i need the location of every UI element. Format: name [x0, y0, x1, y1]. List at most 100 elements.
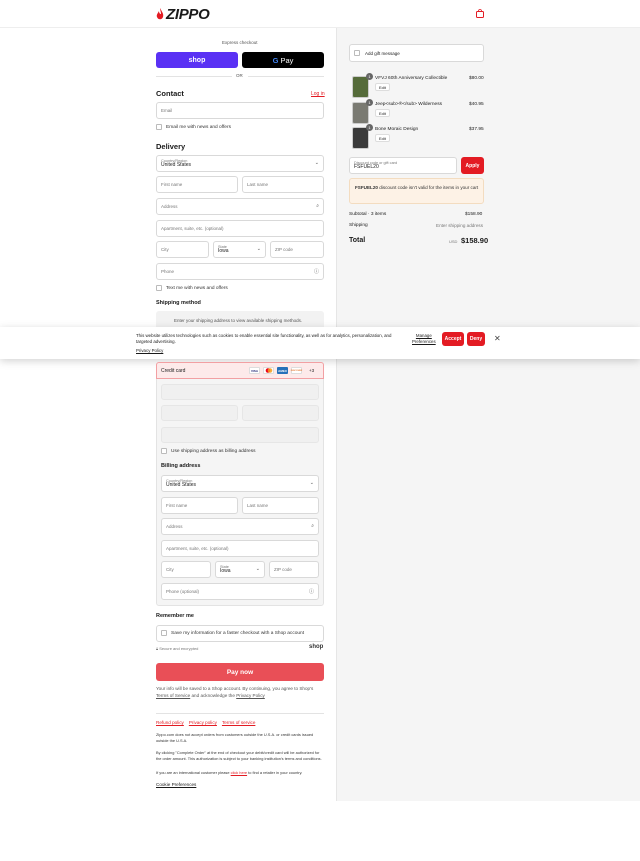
divider [156, 713, 324, 714]
credit-card-option[interactable]: Credit card VISA AMEX DISCOVER +3 [156, 362, 324, 379]
zip-field[interactable]: ZIP code [270, 241, 324, 258]
edit-item-button[interactable]: Edit [375, 134, 390, 142]
billing-zip-field[interactable]: ZIP code [269, 561, 319, 578]
gift-message-row[interactable]: Add gift message [349, 44, 484, 62]
subtotal-label: Subtotal · 3 items [349, 212, 387, 217]
phone-field[interactable]: Phone ⓘ [156, 263, 324, 280]
google-g-icon: G [272, 55, 279, 65]
legal-paragraph-3: If you are an international customer ple… [156, 770, 303, 775]
text-news-checkbox[interactable] [156, 285, 162, 291]
flame-icon [156, 8, 164, 20]
cookie-banner: This website utilizes technologies such … [0, 327, 640, 359]
remember-title: Remember me [156, 613, 194, 619]
edit-item-button[interactable]: Edit [375, 83, 390, 91]
discount-field[interactable]: Discount code or gift card FSFUEL20 [349, 157, 457, 174]
address-field[interactable]: Address ⌕ [156, 198, 324, 215]
billing-title: Billing address [161, 463, 201, 469]
manage-preferences-link[interactable]: Manage Preferences [412, 333, 436, 344]
legal-paragraph-1: Zippo.com does not accept orders from cu… [156, 732, 314, 743]
edit-item-button[interactable]: Edit [375, 109, 390, 117]
use-shipping-checkbox[interactable] [161, 448, 167, 454]
google-pay-button[interactable]: G Pay [242, 52, 324, 68]
remember-label: Save my information for a faster checkou… [171, 631, 305, 636]
express-label: Express checkout [222, 40, 258, 45]
policy-links: Refund policy Privacy policy Terms of se… [156, 720, 255, 725]
total-label: Total [349, 237, 366, 244]
privacy-policy-link[interactable]: Privacy policy [189, 720, 217, 725]
lock-icon: 🔒︎ [156, 646, 159, 651]
more-cards-label: +3 [309, 368, 315, 373]
search-icon: ⌕ [311, 523, 314, 529]
shipping-title: Shipping method [156, 300, 201, 306]
refund-policy-link[interactable]: Refund policy [156, 720, 184, 725]
chevron-down-icon: ⌄ [309, 480, 314, 486]
product-price: $40.95 [469, 102, 484, 107]
cookie-preferences-link[interactable]: Cookie Preferences [156, 782, 196, 787]
shipping-message: Enter your shipping address to view avai… [174, 318, 303, 323]
billing-apartment-field[interactable]: Apartment, suite, etc. (optional) [161, 540, 319, 557]
product-price: $37.95 [469, 127, 484, 132]
billing-phone-field[interactable]: Phone (optional) ⓘ [161, 583, 319, 600]
secure-label: 🔒︎ Secure and encrypted [156, 646, 199, 651]
security-code-field[interactable] [242, 405, 319, 421]
product-name: VFVJ 60th Anniversary Collectible [375, 76, 448, 81]
close-icon[interactable]: ✕ [494, 334, 501, 343]
quantity-badge: 1 [366, 73, 373, 80]
card-number-field[interactable] [161, 384, 319, 400]
login-link[interactable]: Log in [311, 91, 325, 97]
apply-button[interactable]: Apply [461, 157, 484, 174]
help-icon[interactable]: ⓘ [309, 588, 314, 595]
amex-icon: AMEX [277, 367, 288, 374]
cookie-privacy-link[interactable]: Privacy Policy [136, 348, 163, 353]
billing-first-name-field[interactable]: First name [161, 497, 238, 514]
use-shipping-label: Use shipping address as billing address [171, 449, 256, 454]
click-here-link[interactable]: click here [231, 770, 247, 775]
shop-pay-button[interactable]: shop [156, 52, 238, 68]
bag-icon[interactable] [476, 9, 484, 18]
discount-error-text: FSFUEL20 discount code isn't valid for t… [355, 185, 479, 190]
shop-privacy-link[interactable]: Privacy Policy [236, 693, 265, 698]
name-on-card-field[interactable] [161, 427, 319, 443]
deny-button[interactable]: Deny [467, 332, 485, 346]
help-icon[interactable]: ⓘ [314, 268, 319, 275]
shop-tos-link[interactable]: Terms of Service [156, 693, 190, 698]
discover-icon: DISCOVER [291, 367, 302, 374]
billing-country-select[interactable]: Country/Region United States ⌄ [161, 475, 319, 492]
state-select[interactable]: State Iowa ⌄ [213, 241, 266, 258]
billing-last-name-field[interactable]: Last name [242, 497, 319, 514]
terms-link[interactable]: Terms of service [222, 720, 255, 725]
zippo-logo[interactable]: ZIPPO [156, 6, 210, 23]
accept-button[interactable]: Accept [442, 332, 464, 346]
city-field[interactable]: City [156, 241, 209, 258]
shop-logo: shop [309, 644, 324, 650]
email-news-label: Email me with news and offers [166, 125, 231, 130]
billing-address-field[interactable]: Address ⌕ [161, 518, 319, 535]
divider [248, 76, 324, 77]
shipping-value: Enter shipping address [436, 223, 483, 228]
remember-checkbox[interactable] [161, 630, 167, 636]
last-name-field[interactable]: Last name [242, 176, 324, 193]
order-summary [336, 28, 640, 801]
email-news-checkbox[interactable] [156, 124, 162, 130]
shipping-label: Shipping [349, 223, 368, 228]
pay-now-button[interactable]: Pay now [156, 663, 324, 681]
delivery-title: Delivery [156, 142, 186, 151]
apartment-field[interactable]: Apartment, suite, etc. (optional) [156, 220, 324, 237]
mastercard-icon [263, 367, 274, 374]
country-select[interactable]: Country/Region United States ⌄ [156, 155, 324, 172]
subtotal-value: $158.90 [465, 212, 483, 217]
chevron-down-icon: ⌄ [256, 246, 261, 252]
text-news-label: Text me with news and offers [166, 286, 228, 291]
credit-card-label: Credit card [161, 368, 186, 374]
first-name-field[interactable]: First name [156, 176, 238, 193]
email-field[interactable]: Email [156, 102, 324, 119]
expiration-field[interactable] [161, 405, 238, 421]
chevron-down-icon: ⌄ [255, 566, 260, 572]
billing-city-field[interactable]: City [161, 561, 211, 578]
visa-icon: VISA [249, 367, 260, 374]
logo-text: ZIPPO [166, 6, 210, 23]
billing-state-select[interactable]: State Iowa ⌄ [215, 561, 265, 578]
legal-paragraph-2: By clicking "Complete Order" at the end … [156, 750, 322, 761]
gift-checkbox[interactable] [354, 50, 360, 56]
divider [156, 76, 232, 77]
